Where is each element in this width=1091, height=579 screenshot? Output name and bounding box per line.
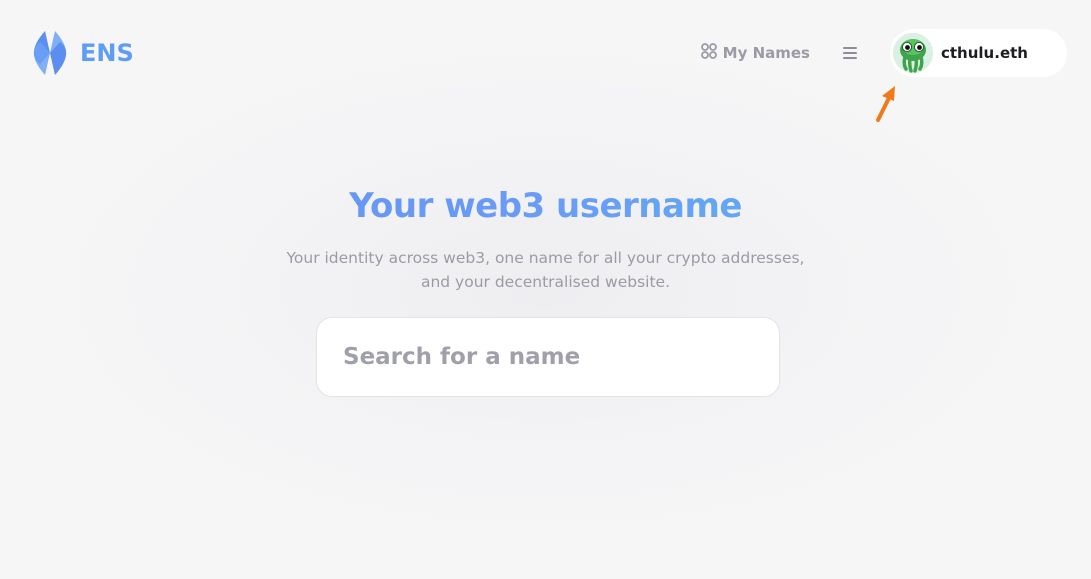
profile-button[interactable]: cthulu.eth — [890, 29, 1067, 77]
search-box — [316, 317, 780, 397]
arrow-pointer-icon — [874, 84, 900, 126]
hero-subtitle-line-2: and your decentralised website. — [420, 273, 671, 291]
hero-subtitle-line-1: Your identity across web3, one name for … — [286, 249, 805, 267]
hamburger-menu-icon — [843, 44, 857, 63]
page: ENS My Names cthulu.eth Your web3 userna… — [0, 0, 1091, 579]
my-names-label: My Names — [722, 44, 810, 62]
profile-name: cthulu.eth — [941, 44, 1028, 62]
hero-title: Your web3 username — [0, 186, 1091, 226]
ens-logo-icon — [28, 29, 72, 77]
search-input[interactable] — [341, 343, 755, 371]
cthulhu-avatar — [893, 33, 933, 73]
top-nav: My Names cthulu.eth — [700, 29, 1067, 77]
menu-button[interactable] — [840, 43, 860, 63]
ens-logo[interactable]: ENS — [28, 29, 134, 77]
logo-text: ENS — [80, 39, 134, 67]
hero-subtitle: Your identity across web3, one name for … — [0, 246, 1091, 294]
grid-icon — [700, 43, 717, 63]
my-names-link[interactable]: My Names — [700, 43, 810, 63]
